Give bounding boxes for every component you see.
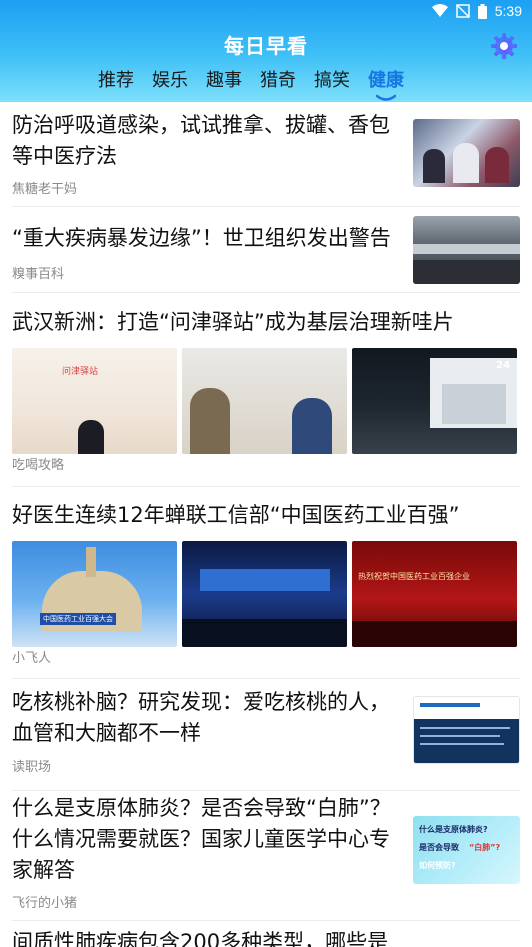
- news-image[interactable]: 热烈祝贺中国医药工业百强企业: [352, 541, 517, 647]
- news-source: 读职场: [12, 760, 52, 775]
- news-thumbnail[interactable]: [413, 216, 520, 284]
- battery-icon: [477, 3, 487, 19]
- gear-icon[interactable]: [490, 32, 518, 60]
- news-title[interactable]: 吃核桃补脑？研究发现：爱吃核桃的人，血管和大脑都不一样: [12, 687, 392, 749]
- news-title[interactable]: 什么是支原体肺炎？是否会导致“白肺”？什么情况需要就医？国家儿童医学中心专家解答: [12, 793, 402, 886]
- thumb-text-line-2b: “白肺”?: [469, 843, 501, 852]
- news-card[interactable]: 什么是支原体肺炎？是否会导致“白肺”？什么情况需要就医？国家儿童医学中心专家解答…: [12, 791, 520, 921]
- news-thumbnail[interactable]: 什么是支原体肺炎? 是否会导致 “白肺”? 如何预防?: [413, 816, 520, 884]
- news-image[interactable]: 问津驿站: [12, 348, 177, 454]
- news-title[interactable]: 好医生连续12年蝉联工信部“中国医药工业百强”: [12, 500, 520, 531]
- news-source: 飞行的小猪: [12, 896, 78, 911]
- no-signal-icon: [456, 4, 470, 18]
- news-title[interactable]: 防治呼吸道感染，试试推拿、拔罐、香包等中医疗法: [12, 110, 392, 172]
- tab-curiosity[interactable]: 猎奇: [260, 66, 296, 98]
- news-source: 焦糖老干妈: [12, 182, 78, 197]
- news-image[interactable]: 24: [352, 348, 517, 454]
- image-store-number: 24: [496, 360, 510, 371]
- image-sign-text: 问津驿站: [62, 367, 99, 377]
- tab-recommend[interactable]: 推荐: [98, 66, 134, 98]
- thumb-text-line-2: 是否会导致: [419, 843, 459, 852]
- news-card[interactable]: 间质性肺疾病包含200多种类型，哪些是: [12, 921, 520, 947]
- news-card[interactable]: 防治呼吸道感染，试试推拿、拔罐、香包等中医疗法 焦糖老干妈: [12, 102, 520, 207]
- news-source: 吃喝攻略: [12, 458, 65, 473]
- image-banner-text: 中国医药工业百强大会: [40, 613, 116, 625]
- thumb-text-line-1: 什么是支原体肺炎?: [419, 825, 488, 834]
- news-thumbnail[interactable]: [413, 696, 520, 764]
- wifi-icon: [431, 4, 448, 17]
- news-image[interactable]: [182, 348, 347, 454]
- news-image[interactable]: [182, 541, 347, 647]
- tab-funny[interactable]: 搞笑: [314, 66, 350, 98]
- news-image[interactable]: 中国医药工业百强大会: [12, 541, 177, 647]
- news-title[interactable]: “重大疾病暴发边缘”！世卫组织发出警告: [12, 223, 402, 254]
- tab-health-label: 健康: [368, 70, 404, 91]
- news-title[interactable]: 间质性肺疾病包含200多种类型，哪些是: [12, 927, 532, 947]
- news-title[interactable]: 武汉新洲：打造“问津驿站”成为基层治理新哇片: [12, 307, 520, 338]
- tab-health[interactable]: 健康: [368, 66, 404, 101]
- news-thumbnail[interactable]: [413, 119, 520, 187]
- news-card[interactable]: 吃核桃补脑？研究发现：爱吃核桃的人，血管和大脑都不一样 读职场: [12, 679, 520, 791]
- tab-fun[interactable]: 趣事: [206, 66, 242, 98]
- news-card[interactable]: “重大疾病暴发边缘”！世卫组织发出警告 糗事百科: [12, 207, 520, 293]
- tab-entertainment[interactable]: 娱乐: [152, 66, 188, 98]
- news-card[interactable]: 武汉新洲：打造“问津驿站”成为基层治理新哇片 问津驿站 24 吃喝攻略: [12, 293, 520, 487]
- category-tabs: 推荐 娱乐 趣事 猎奇 搞笑 健康: [98, 66, 404, 101]
- status-bar: 5:39: [0, 0, 532, 24]
- active-tab-indicator: [376, 94, 396, 101]
- thumb-text-line-3: 如何预防?: [419, 861, 456, 870]
- status-time: 5:39: [494, 3, 522, 19]
- news-source: 小飞人: [12, 651, 52, 666]
- app-title: 每日早看: [224, 34, 308, 58]
- news-card[interactable]: 好医生连续12年蝉联工信部“中国医药工业百强” 中国医药工业百强大会 热烈祝贺中…: [12, 487, 520, 679]
- news-feed[interactable]: 防治呼吸道感染，试试推拿、拔罐、香包等中医疗法 焦糖老干妈 “重大疾病暴发边缘”…: [0, 102, 532, 947]
- news-source: 糗事百科: [12, 267, 65, 282]
- image-banner-text: 热烈祝贺中国医药工业百强企业: [358, 572, 470, 581]
- app-header: 5:39 每日早看 推荐 娱乐 趣事 猎奇 搞笑 健康: [0, 0, 532, 102]
